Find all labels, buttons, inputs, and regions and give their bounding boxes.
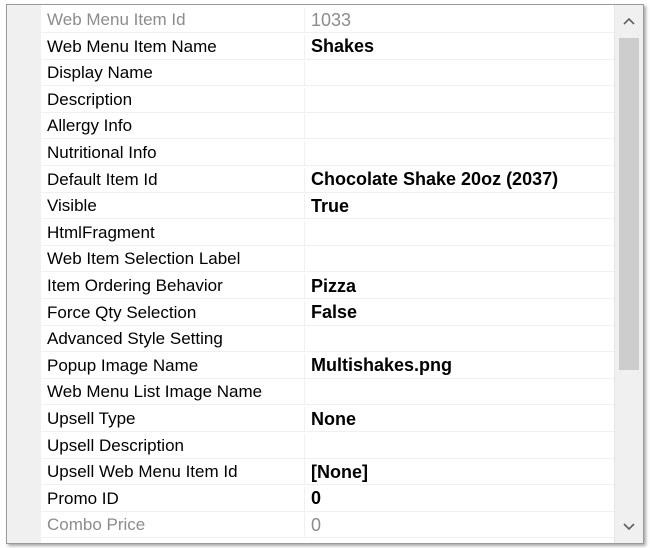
property-row[interactable]: Upsell Description [41,433,614,459]
property-name: Display Name [41,61,305,86]
scroll-up-button[interactable] [615,5,643,37]
property-row[interactable]: Item Ordering Behavior Pizza [41,274,614,299]
property-row[interactable]: Combo Price 0 [41,513,614,539]
property-row[interactable]: Description [41,87,614,113]
property-value[interactable]: Multishakes.png [305,354,614,378]
property-value[interactable] [305,114,614,138]
property-grid-left-margin [7,5,41,543]
property-value[interactable]: False [305,301,614,325]
property-name: Popup Image Name [41,353,305,378]
property-name: Allergy Info [41,114,305,139]
property-value[interactable] [305,88,614,112]
property-row[interactable]: Allergy Info [41,114,614,140]
property-row[interactable]: Web Item Selection Label [41,247,614,273]
chevron-up-icon [623,17,635,25]
property-value: 1033 [311,9,352,30]
property-name: Visible [41,194,305,219]
property-value[interactable]: True [305,194,614,218]
property-row[interactable]: Upsell Type None [41,407,614,432]
property-row[interactable]: Advanced Style Setting [41,327,614,353]
property-name: HtmlFragment [41,220,305,245]
property-row[interactable]: Nutritional Info [41,141,614,166]
property-name: Upsell Web Menu Item Id [41,460,305,485]
property-value[interactable] [305,380,614,404]
property-name: Nutritional Info [41,141,305,165]
chevron-down-icon [623,523,635,531]
property-name: Description [41,87,305,112]
property-name: Combo Price [41,513,305,538]
property-grid: Web Menu Item Id 1033 Web Menu Item Name Sh… [7,5,614,543]
property-name: Upsell Type [41,407,305,431]
property-row[interactable]: Visible True [41,194,614,220]
property-value[interactable] [305,434,614,458]
property-row[interactable]: Display Name [41,61,614,87]
property-name: Promo ID [41,486,305,511]
property-name: Force Qty Selection [41,300,305,325]
property-value[interactable]: [None] [305,460,614,484]
property-value: 0 [311,514,322,535]
property-name: Web Menu Item Name [41,34,305,59]
property-row[interactable]: Default Item Id Chocolate Shake 20oz (203… [41,167,614,193]
property-value[interactable]: Shakes [305,35,614,59]
property-row[interactable]: Promo ID 0 [41,486,614,512]
scrollbar-thumb[interactable] [619,38,639,370]
property-value[interactable] [305,61,614,85]
property-value[interactable]: Pizza [305,274,614,298]
property-value[interactable] [305,247,614,271]
property-value[interactable]: None [305,407,614,431]
property-grid-window: Web Menu Item Id 1033 Web Menu Item Name Sh… [6,4,644,544]
scroll-down-button[interactable] [615,511,643,543]
property-row[interactable]: Web Menu List Image Name [41,380,614,406]
property-name: Default Item Id [41,167,305,192]
property-row[interactable]: Web Menu Item Name Shakes [41,34,614,60]
property-name: Item Ordering Behavior [41,274,305,298]
property-name: Web Item Selection Label [41,247,305,272]
property-name: Web Menu Item Id [41,8,305,32]
property-name: Advanced Style Setting [41,327,305,352]
property-value[interactable] [305,141,614,165]
property-value[interactable]: Chocolate Shake 20oz (2037) [305,168,614,192]
vertical-scrollbar[interactable] [614,5,643,543]
property-row[interactable]: Upsell Web Menu Item Id [None] [41,460,614,486]
property-value[interactable] [305,221,614,245]
property-row[interactable]: Force Qty Selection False [41,300,614,326]
property-row[interactable]: Popup Image Name Multishakes.png [41,353,614,379]
property-row[interactable]: HtmlFragment [41,220,614,246]
property-name: Upsell Description [41,433,305,458]
property-value[interactable] [305,327,614,351]
property-name: Web Menu List Image Name [41,380,305,405]
property-value[interactable]: 0 [305,487,614,511]
property-row[interactable]: Web Menu Item Id 1033 [41,8,614,33]
